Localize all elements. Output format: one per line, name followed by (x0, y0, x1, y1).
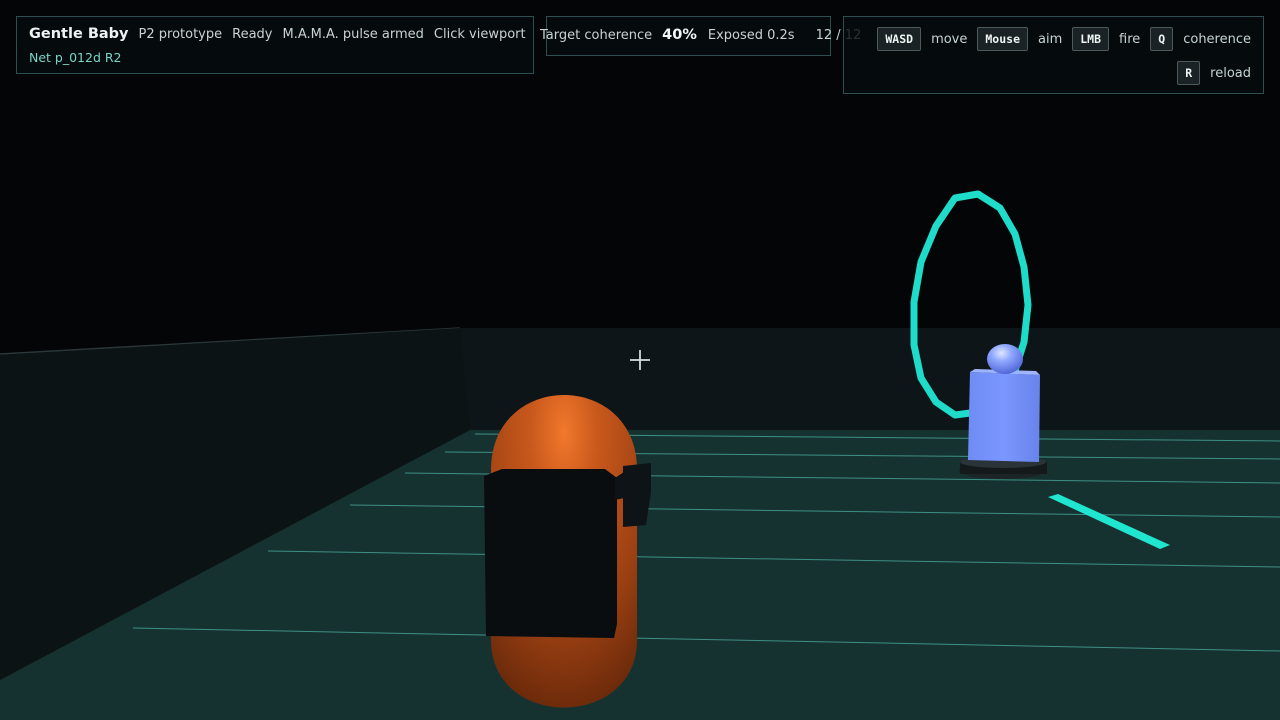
key-mouse: Mouse (977, 27, 1028, 51)
controls-row-2: R reload (856, 60, 1251, 86)
action-coherence: coherence (1183, 31, 1251, 47)
ready-status: Ready (232, 27, 273, 42)
action-move: move (931, 31, 968, 47)
target-dummy[interactable] (968, 372, 1040, 462)
game-title: Gentle Baby (29, 26, 129, 42)
coherence-panel: Target coherence 40% Exposed 0.2s 12 / 1… (540, 16, 861, 56)
target-head[interactable] (987, 344, 1023, 374)
crosshair (630, 350, 650, 370)
action-aim: aim (1038, 31, 1063, 47)
action-reload: reload (1210, 65, 1251, 81)
coherence-label: Target coherence (540, 28, 653, 43)
viewport-hint: Click viewport (433, 27, 526, 42)
controls-panel: WASD move Mouse aim LMB fire Q coherence… (843, 16, 1264, 94)
pulse-status: M.A.M.A. pulse armed (282, 27, 424, 42)
prototype-label: P2 prototype (138, 27, 223, 42)
key-lmb: LMB (1072, 27, 1110, 51)
player-weapon (484, 469, 617, 638)
net-status: Net p_012d R2 (29, 50, 122, 65)
status-panel: Gentle Baby P2 prototype Ready M.A.M.A. … (16, 16, 534, 74)
weapon-muzzle (623, 463, 651, 527)
exposed-timer: Exposed 0.2s (707, 28, 795, 43)
game-viewport[interactable] (0, 0, 1280, 720)
action-fire: fire (1119, 31, 1141, 47)
key-q: Q (1150, 27, 1174, 51)
key-wasd: WASD (877, 27, 922, 51)
coherence-value: 40% (662, 27, 697, 43)
controls-row-1: WASD move Mouse aim LMB fire Q coherence (856, 26, 1251, 52)
key-r: R (1177, 61, 1201, 85)
